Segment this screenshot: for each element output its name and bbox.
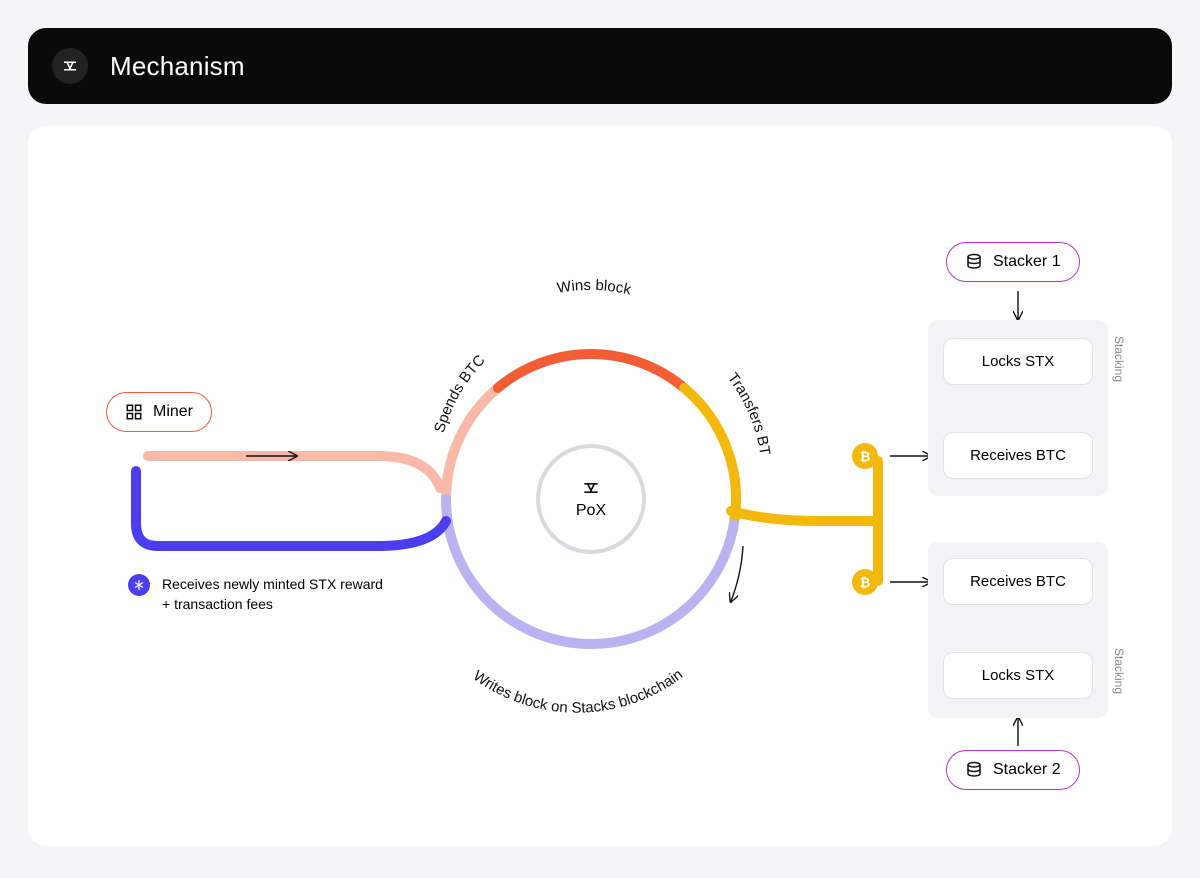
ring-label-writes: Writes block on Stacks blockchain	[470, 666, 686, 717]
svg-text:Spends BTC: Spends BTC	[431, 352, 489, 435]
stacker-2-label: Stacker 2	[993, 761, 1061, 779]
bitcoin-icon: ₿	[852, 443, 878, 469]
stacker-2-node: Stacker 2	[946, 750, 1080, 790]
locks-stx-box-bottom: Locks STX	[943, 652, 1093, 699]
receives-btc-box-top: Receives BTC	[943, 432, 1093, 479]
grid-icon	[125, 403, 143, 421]
stacking-label-top: Stacking	[1112, 336, 1126, 382]
reward-note-text: Receives newly minted STX reward + trans…	[162, 574, 388, 615]
bitcoin-icon: ₿	[852, 569, 878, 595]
locks-stx-box-top: Locks STX	[943, 338, 1093, 385]
receives-btc-box-bottom: Receives BTC	[943, 558, 1093, 605]
database-icon	[965, 761, 983, 779]
svg-text:Writes block on Stacks blockch: Writes block on Stacks blockchain	[470, 666, 686, 717]
stacks-logo-icon	[52, 48, 88, 84]
reward-note: Receives newly minted STX reward + trans…	[128, 574, 388, 615]
header-bar: Mechanism	[28, 28, 1172, 104]
pox-center-badge: PoX	[536, 444, 646, 554]
stacking-label-bottom: Stacking	[1112, 648, 1126, 694]
miner-label: Miner	[153, 403, 193, 421]
stx-badge-icon	[128, 574, 150, 596]
ring-label-spends: Spends BTC	[431, 352, 489, 435]
stacks-icon	[581, 478, 601, 498]
miner-node: Miner	[106, 392, 212, 432]
stacker-1-label: Stacker 1	[993, 253, 1061, 271]
database-icon	[965, 253, 983, 271]
pox-label: PoX	[576, 502, 606, 520]
svg-text:Wins block: Wins block	[556, 277, 633, 299]
page-title: Mechanism	[110, 51, 245, 82]
stacker-1-node: Stacker 1	[946, 242, 1080, 282]
ring-label-wins: Wins block	[556, 277, 633, 299]
mechanism-diagram-card: Spends BTC Wins block Transfers BTC Writ…	[28, 126, 1172, 846]
